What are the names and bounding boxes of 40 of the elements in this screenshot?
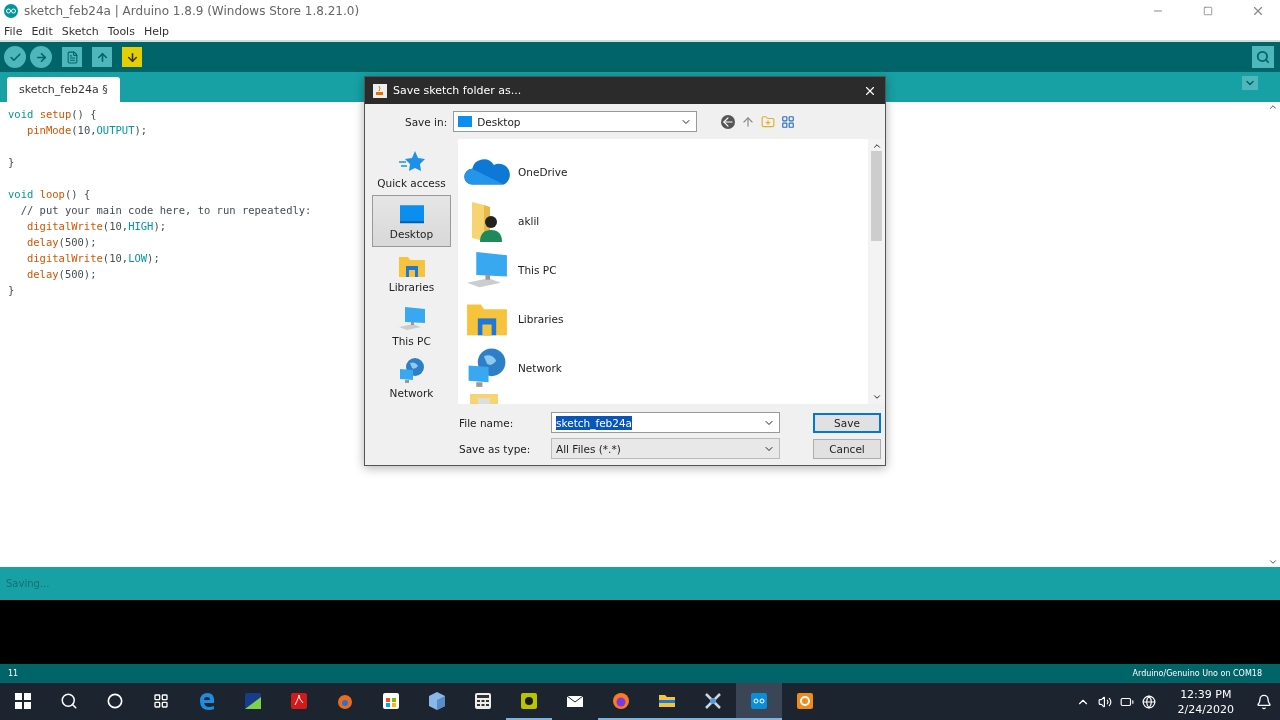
code-line: }: [8, 155, 15, 170]
editor-tab[interactable]: sketch_feb24a §: [7, 77, 120, 102]
clock-time: 12:39 PM: [1180, 686, 1232, 702]
place-item[interactable]: This PC: [372, 299, 451, 352]
menu-item[interactable]: Sketch: [61, 24, 99, 38]
code-line: // put your main code here, to run repeatedly:: [19, 203, 312, 218]
save-button[interactable]: Save: [813, 412, 881, 433]
place-item[interactable]: Quick access: [372, 143, 451, 196]
location-entry[interactable]: OneDrive: [518, 165, 568, 178]
location-entry[interactable]: aklil: [518, 214, 540, 227]
line-number: 11: [8, 669, 19, 678]
save-in-dropdown[interactable]: Desktop: [453, 111, 698, 132]
location-entry[interactable]: Libraries: [518, 312, 564, 325]
location-entry[interactable]: This PC: [518, 263, 557, 276]
file-type-dropdown[interactable]: All Files (*.*): [551, 438, 780, 459]
location-entry[interactable]: Network: [518, 361, 562, 374]
code-line: delay(500);: [25, 267, 97, 282]
file-name-label: File name:: [459, 416, 515, 429]
code-line: digitalWrite(10,LOW);: [25, 251, 160, 266]
file-name-field[interactable]: sketch_feb24a: [551, 412, 780, 433]
save-in-label: Save in:: [405, 115, 448, 128]
menu-item[interactable]: Tools: [107, 24, 135, 38]
window-title: sketch_feb24a | Arduino 1.8.9 (Windows Store 1.8.21.0): [24, 4, 361, 18]
code-line: }: [8, 283, 15, 298]
place-item[interactable]: Network: [372, 351, 451, 404]
board-info: Arduino/Genuino Uno on COM18: [1132, 669, 1262, 678]
menu-item[interactable]: Help: [143, 24, 169, 38]
code-line: void setup() {: [8, 107, 97, 122]
file-type-label: Save as type:: [459, 442, 532, 455]
clock-date: 2/24/2020: [1177, 701, 1234, 717]
code-line: delay(500);: [25, 235, 97, 250]
menu-item[interactable]: File: [4, 24, 23, 38]
dialog-title: Save sketch folder as...: [393, 84, 523, 97]
code-line: void loop() {: [8, 187, 91, 202]
place-item[interactable]: Desktop: [372, 195, 451, 248]
cancel-button[interactable]: Cancel: [813, 438, 881, 459]
place-item[interactable]: Libraries: [372, 247, 451, 300]
code-line: pinMode(10,OUTPUT);: [25, 123, 148, 138]
code-line: digitalWrite(10,HIGH);: [25, 219, 167, 234]
menu-item[interactable]: Edit: [31, 24, 53, 38]
